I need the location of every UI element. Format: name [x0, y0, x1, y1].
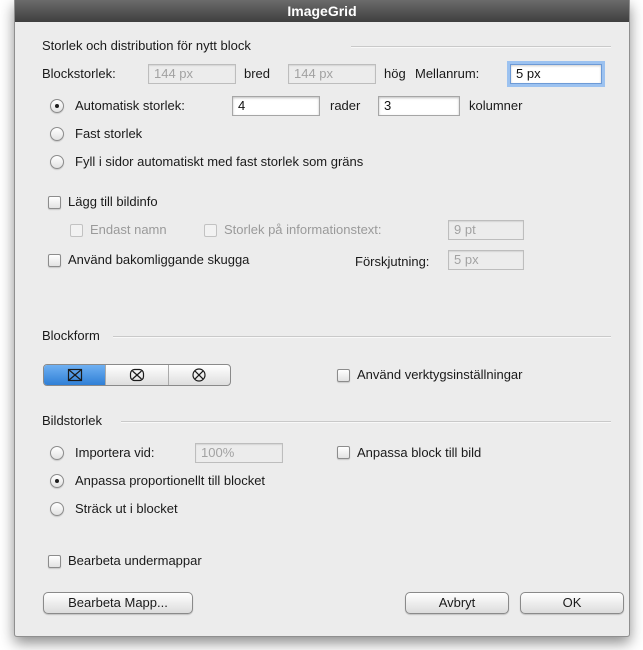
- add-info-checkbox[interactable]: [48, 196, 61, 209]
- circle-cross-icon: [192, 368, 206, 382]
- name-only-label: Endast namn: [90, 222, 167, 237]
- use-tool-settings-checkbox[interactable]: [337, 369, 350, 382]
- ok-button[interactable]: OK: [520, 592, 624, 614]
- process-subfolders-label: Bearbeta undermappar: [68, 553, 202, 568]
- shadow-checkbox[interactable]: [48, 254, 61, 267]
- spacing-field[interactable]: 5 px: [510, 64, 602, 84]
- section-title-image-size: Bildstorlek: [42, 413, 102, 428]
- info-text-size-label: Storlek på informationstext:: [224, 222, 382, 237]
- stretch-label: Sträck ut i blocket: [75, 501, 178, 516]
- fit-block-to-image-checkbox[interactable]: [337, 446, 350, 459]
- import-at-label: Importera vid:: [75, 445, 155, 460]
- offset-label: Förskjutning:: [355, 254, 430, 269]
- fit-proportional-radio[interactable]: [50, 474, 64, 488]
- rows-field[interactable]: 4: [232, 96, 320, 116]
- section-separator: [351, 46, 611, 48]
- process-folder-button[interactable]: Bearbeta Mapp...: [43, 592, 193, 614]
- imagegrid-dialog: ImageGrid Storlek och distribution för n…: [14, 0, 630, 637]
- rectangle-cross-icon: [67, 368, 82, 382]
- add-info-label: Lägg till bildinfo: [68, 194, 158, 209]
- import-at-radio[interactable]: [50, 446, 64, 460]
- fill-pages-label: Fyll i sidor automatiskt med fast storle…: [75, 154, 364, 169]
- block-height-field[interactable]: 144 px: [288, 64, 376, 84]
- columns-field[interactable]: 3: [378, 96, 460, 116]
- block-width-field[interactable]: 144 px: [148, 64, 236, 84]
- section-separator: [113, 336, 611, 338]
- window-title: ImageGrid: [15, 0, 629, 22]
- rounded-cross-icon: [129, 368, 145, 382]
- offset-field[interactable]: 5 px: [448, 250, 524, 270]
- info-text-size-checkbox[interactable]: [204, 224, 217, 237]
- rows-label: rader: [330, 98, 361, 113]
- fit-block-to-image-label: Anpassa block till bild: [357, 445, 482, 460]
- process-subfolders-checkbox[interactable]: [48, 555, 61, 568]
- stretch-radio[interactable]: [50, 502, 64, 516]
- info-text-size-field[interactable]: 9 pt: [448, 220, 524, 240]
- fill-pages-radio[interactable]: [50, 155, 64, 169]
- use-tool-settings-label: Använd verktygsinställningar: [357, 367, 523, 382]
- block-shape-selector: [43, 364, 231, 386]
- auto-size-label: Automatisk storlek:: [75, 98, 185, 113]
- auto-size-radio[interactable]: [50, 99, 64, 113]
- height-unit-label: hög: [384, 66, 406, 81]
- import-at-field[interactable]: 100%: [195, 443, 283, 463]
- fixed-size-radio[interactable]: [50, 127, 64, 141]
- section-title-block-shape: Blockform: [42, 328, 100, 343]
- block-size-label: Blockstorlek:: [42, 66, 116, 81]
- name-only-checkbox[interactable]: [70, 224, 83, 237]
- shadow-label: Använd bakomliggande skugga: [68, 252, 250, 267]
- block-shape-oval[interactable]: [167, 365, 230, 385]
- section-title-size: Storlek och distribution för nytt block: [42, 38, 251, 53]
- columns-label: kolumner: [469, 98, 523, 113]
- block-shape-rounded[interactable]: [105, 365, 167, 385]
- fit-proportional-label: Anpassa proportionellt till blocket: [75, 473, 266, 488]
- cancel-button[interactable]: Avbryt: [405, 592, 509, 614]
- width-unit-label: bred: [244, 66, 271, 81]
- spacing-label: Mellanrum:: [415, 66, 480, 81]
- block-shape-rectangle[interactable]: [44, 365, 106, 385]
- section-separator: [121, 421, 611, 423]
- fixed-size-label: Fast storlek: [75, 126, 143, 141]
